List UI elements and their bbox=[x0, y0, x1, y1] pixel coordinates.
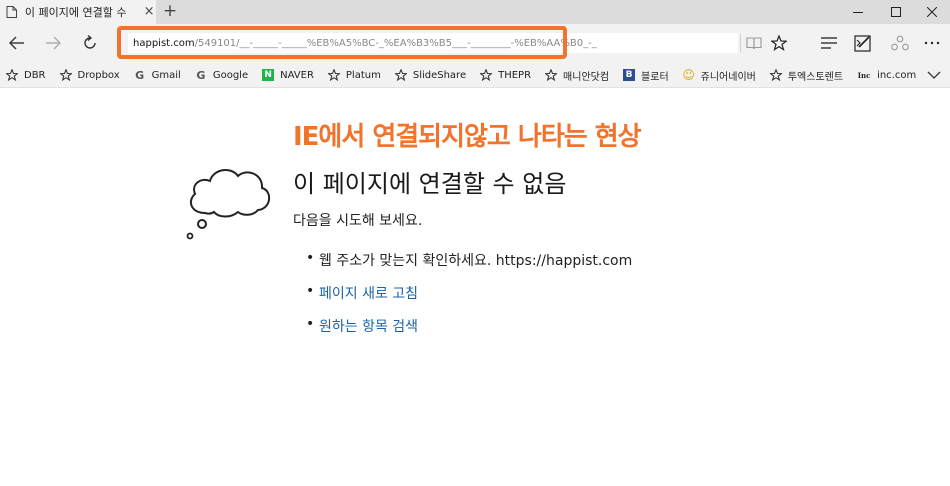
reading-view-button[interactable] bbox=[740, 29, 768, 57]
hub-icon bbox=[821, 37, 837, 49]
list-item: 웹 주소가 맞는지 확인하세요. https://happist.com bbox=[306, 250, 632, 283]
new-tab-button[interactable]: + bbox=[160, 0, 180, 24]
tab-active[interactable]: 이 페이지에 연결할 수 × bbox=[0, 0, 156, 24]
cloud-icon bbox=[186, 169, 270, 240]
favorite-label: 매니안닷컴 bbox=[563, 71, 610, 83]
share-button[interactable] bbox=[886, 29, 914, 57]
inc-icon: Inc bbox=[857, 70, 871, 80]
refresh-page-link[interactable]: 페이지 새로 고침 bbox=[319, 286, 418, 302]
suggestion-text: 다음을 시도해 보세요. bbox=[293, 213, 423, 229]
back-arrow-icon bbox=[9, 36, 24, 50]
favorite-label: 블로터 bbox=[641, 71, 669, 83]
star-icon bbox=[6, 69, 18, 81]
favorite-label: 쥬니어네이버 bbox=[700, 71, 756, 83]
tips-list: 웹 주소가 맞는지 확인하세요. https://happist.com 페이지… bbox=[306, 250, 632, 349]
web-note-button[interactable] bbox=[849, 29, 877, 57]
favorite-label: Gmail bbox=[151, 69, 181, 81]
favorite-label: DBR bbox=[24, 69, 46, 81]
favorite-label: Dropbox bbox=[77, 69, 120, 81]
favorite-item[interactable]: Platum bbox=[327, 62, 381, 88]
star-icon bbox=[394, 69, 407, 81]
minimize-button[interactable] bbox=[838, 0, 878, 24]
list-item: 페이지 새로 고침 bbox=[306, 283, 632, 316]
favorite-item[interactable]: 투엑스토렌트 bbox=[769, 62, 844, 88]
favorite-label: THEPR bbox=[498, 69, 532, 81]
page-content: IE에서 연결되지않고 나타는 현상 이 페이지에 연결할 수 없음 다음을 시… bbox=[0, 88, 950, 486]
star-icon bbox=[771, 35, 787, 51]
favorite-item[interactable]: N NAVER bbox=[262, 62, 314, 88]
error-heading: 이 페이지에 연결할 수 없음 bbox=[293, 170, 567, 198]
search-link[interactable]: 원하는 항목 검색 bbox=[319, 319, 418, 335]
more-icon bbox=[924, 41, 940, 45]
star-icon bbox=[327, 69, 340, 81]
favorite-item[interactable]: THEPR bbox=[480, 62, 531, 88]
refresh-icon bbox=[84, 35, 96, 49]
tab-strip: 이 페이지에 연결할 수 × + bbox=[0, 0, 950, 24]
favorite-label: inc.com bbox=[877, 69, 917, 81]
navigation-bar: happist.com/549101/__-_____-_____%EB%A5%… bbox=[0, 24, 950, 62]
favorite-button[interactable] bbox=[765, 29, 793, 57]
favorite-item[interactable]: SlideShare bbox=[394, 62, 467, 88]
page-icon bbox=[6, 6, 18, 18]
minimize-icon bbox=[853, 12, 863, 13]
smiley-icon: ☺ bbox=[682, 68, 695, 82]
favorite-label: Platum bbox=[345, 69, 381, 81]
google-icon: G bbox=[135, 68, 145, 82]
favorites-bar: DBR Dropbox G Gmail G Google N NAVER Platum Slide… bbox=[0, 62, 950, 88]
google-icon: G bbox=[196, 68, 206, 82]
forward-button[interactable] bbox=[38, 28, 68, 58]
favorite-label: 투엑스토렌트 bbox=[787, 71, 844, 83]
address-highlight-box bbox=[117, 26, 567, 59]
naver-icon: N bbox=[262, 69, 275, 81]
check-address-tip: 웹 주소가 맞는지 확인하세요. https://happist.com bbox=[319, 253, 633, 269]
favorite-label: SlideShare bbox=[412, 69, 467, 81]
favorite-label: NAVER bbox=[280, 69, 314, 81]
favorites-more-button[interactable] bbox=[926, 68, 942, 82]
favorite-item[interactable]: Inc inc.com bbox=[857, 62, 916, 88]
forward-arrow-icon bbox=[46, 36, 61, 50]
favorites-list: DBR Dropbox G Gmail G Google N NAVER Platum Slide… bbox=[6, 62, 930, 88]
favorite-item[interactable]: DBR bbox=[6, 62, 46, 88]
star-icon bbox=[480, 69, 493, 81]
favorite-item[interactable]: G Gmail bbox=[134, 62, 181, 88]
maximize-icon bbox=[891, 7, 901, 17]
star-icon bbox=[59, 69, 72, 81]
list-item: 원하는 항목 검색 bbox=[306, 316, 632, 349]
web-note-icon bbox=[854, 35, 871, 52]
window-close-button[interactable] bbox=[912, 0, 950, 24]
favorite-item[interactable]: B 블로터 bbox=[623, 62, 669, 88]
tab-close-button[interactable]: × bbox=[142, 0, 156, 24]
maximize-button[interactable] bbox=[876, 0, 916, 24]
favorite-item[interactable]: ☺ 쥬니어네이버 bbox=[682, 62, 756, 88]
share-icon bbox=[891, 35, 909, 51]
favorite-label: Google bbox=[212, 69, 249, 81]
chevron-down-icon bbox=[927, 71, 941, 79]
bloter-icon: B bbox=[623, 69, 636, 81]
favorite-item[interactable]: G Google bbox=[195, 62, 248, 88]
back-button[interactable] bbox=[2, 28, 32, 58]
more-button[interactable] bbox=[918, 29, 946, 57]
star-icon bbox=[769, 69, 782, 81]
tab-title: 이 페이지에 연결할 수 bbox=[24, 6, 127, 19]
book-icon bbox=[746, 37, 762, 50]
close-icon bbox=[927, 7, 937, 17]
refresh-button[interactable] bbox=[75, 28, 105, 58]
hub-button[interactable] bbox=[815, 29, 843, 57]
star-icon bbox=[545, 69, 558, 81]
favorite-item[interactable]: 매니안닷컴 bbox=[545, 62, 609, 88]
favorite-item[interactable]: Dropbox bbox=[59, 62, 120, 88]
page-title: IE에서 연결되지않고 나타는 현상 bbox=[293, 122, 642, 152]
